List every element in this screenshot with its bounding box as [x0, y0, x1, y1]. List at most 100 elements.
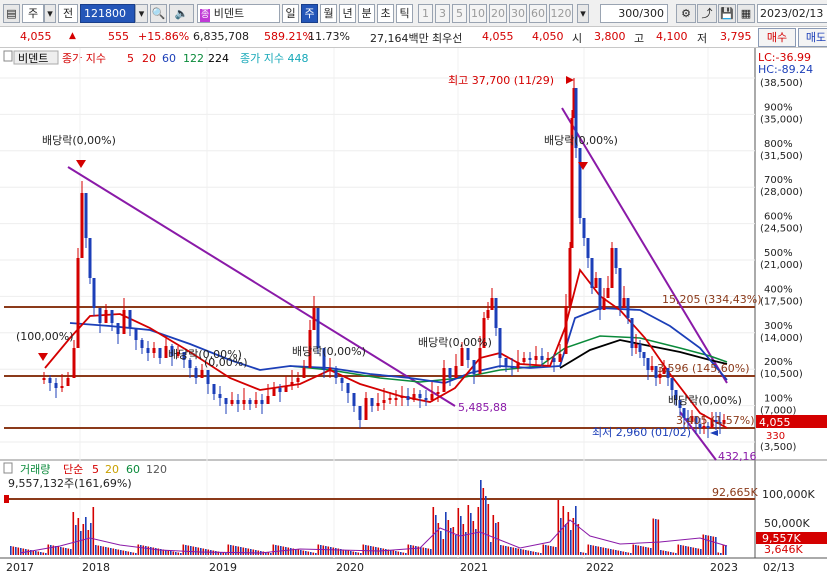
volume-bar — [347, 550, 350, 555]
annotations: 최고 37,700 (11/29) 배당락(0,00%) (100,00%) 배… — [16, 74, 827, 463]
volume-bar — [45, 553, 47, 555]
price-candles[interactable] — [42, 78, 726, 438]
volume-bar — [630, 553, 632, 555]
price-axis-pct-4: 600% — [764, 212, 793, 223]
volume-bar — [355, 552, 357, 555]
candle-body-16 — [128, 310, 132, 328]
volume-bar — [407, 544, 410, 555]
interval-button-1[interactable]: 1 — [418, 4, 433, 23]
level-label-5: 432,16 — [718, 450, 757, 463]
stock-name-box[interactable]: 종 비덴트 — [197, 4, 280, 23]
volume-bar — [705, 535, 707, 555]
search-icon[interactable]: 🔍 — [150, 4, 167, 23]
volume-bar — [67, 548, 70, 555]
candle-body-58 — [376, 403, 380, 406]
interval-button-3[interactable]: 3 — [435, 4, 450, 23]
volume-bar — [312, 552, 315, 555]
period-tab-select[interactable]: 주 — [22, 4, 44, 23]
period-button-0[interactable]: 일 — [282, 4, 299, 23]
date-input[interactable]: 2023/02/13 — [757, 4, 827, 23]
period-button-2[interactable]: 월 — [320, 4, 337, 23]
code-dropdown-icon[interactable]: ▾ — [135, 4, 148, 23]
volume-bar — [250, 549, 252, 555]
volume-bar — [147, 546, 150, 555]
volume-bar — [477, 507, 480, 555]
dropdown-icon[interactable]: ▾ — [44, 4, 56, 23]
price-change: 555 — [108, 30, 129, 43]
volume-bar — [42, 552, 45, 555]
candle-body-119 — [670, 378, 674, 390]
chart-settings-icon[interactable]: ⚙ — [676, 4, 696, 23]
candle-body-70 — [448, 368, 452, 378]
candle-body-28 — [200, 370, 204, 378]
volume-bar — [610, 549, 612, 555]
candle-body-15 — [122, 310, 126, 334]
dividend-label-3: 배당락(0,00%) — [544, 134, 618, 147]
candle-body-33 — [230, 400, 234, 404]
volume-bar — [170, 551, 172, 555]
volume-bar — [487, 504, 490, 555]
candle-body-36 — [248, 400, 252, 404]
sell-button[interactable]: 매도 — [798, 28, 827, 47]
legend-ma-20: 20 — [142, 52, 156, 65]
volume-bar — [662, 550, 665, 555]
volume-bar — [117, 549, 120, 555]
candle-body-13 — [110, 310, 114, 323]
save-icon[interactable]: 💾 — [718, 4, 736, 23]
interval-button-5[interactable]: 5 — [452, 4, 467, 23]
interval-button-10[interactable]: 10 — [469, 4, 487, 23]
volume-bar — [385, 549, 387, 555]
candle-body-109 — [630, 318, 634, 348]
volume-bar — [657, 519, 660, 555]
candle-body-4 — [66, 378, 70, 386]
volume-bar — [647, 547, 650, 555]
interval-button-20[interactable]: 20 — [489, 4, 507, 23]
stock-code-input[interactable]: 121800 — [80, 4, 135, 23]
count-input[interactable]: 300/300 — [600, 4, 668, 23]
candle-body-106 — [618, 268, 622, 308]
volume-ma-label: 단순 — [63, 463, 83, 476]
dividend-label-5: 배당락(0,00%) — [418, 336, 492, 349]
volume-bar — [502, 545, 505, 555]
low-arrow-icon — [710, 430, 718, 436]
legend-menu-icon[interactable] — [3, 50, 13, 62]
volume-bar — [290, 548, 292, 555]
up-arrow-icon: ▲ — [69, 31, 76, 41]
buy-button[interactable]: 매수 — [758, 28, 796, 47]
turnover-rate: 11.73% — [308, 30, 350, 43]
candle-body-108 — [626, 298, 630, 318]
period-button-1[interactable]: 주 — [301, 4, 318, 23]
volume-bar — [660, 550, 662, 555]
volume-bar — [197, 547, 200, 555]
interval-button-120[interactable]: 120 — [549, 4, 573, 23]
period-button-5[interactable]: 초 — [377, 4, 394, 23]
draw-line-icon[interactable]: ⤴ — [697, 4, 717, 23]
volume-bar — [422, 547, 425, 555]
current-price-tag-text: 4,055 — [759, 416, 791, 429]
period-button-6[interactable]: 틱 — [396, 4, 413, 23]
speaker-icon[interactable]: 🔈 — [169, 4, 194, 23]
price-axis-val-3: (28,000) — [760, 187, 803, 198]
volume-bar — [552, 546, 555, 555]
price-axis-pct-2: 800% — [764, 139, 793, 150]
volume-bar — [655, 519, 657, 555]
volume-bar — [410, 545, 412, 555]
interval-button-30[interactable]: 30 — [509, 4, 527, 23]
interval-button-60[interactable]: 60 — [529, 4, 547, 23]
volume-bar — [182, 544, 185, 555]
table-icon[interactable]: ▦ — [737, 4, 755, 23]
chart-area[interactable]: 비덴트 종가 지수 5 20 60 122 224 종가 지수 448 LC:-… — [0, 48, 827, 575]
volume-bar — [140, 545, 142, 555]
candle-body-11 — [98, 308, 102, 323]
volume-menu-icon[interactable] — [3, 462, 13, 474]
period-button-3[interactable]: 년 — [339, 4, 356, 23]
candle-body-103 — [606, 288, 610, 298]
volume-bar — [57, 546, 60, 555]
chart-type-icon[interactable]: ▤ — [3, 4, 20, 23]
period-button-4[interactable]: 분 — [358, 4, 375, 23]
market-tab[interactable]: 전 — [58, 4, 78, 23]
volume-label: 거래량 — [20, 463, 50, 476]
interval-dropdown-icon[interactable]: ▾ — [577, 4, 589, 23]
volume-bar — [615, 550, 617, 555]
price-axis-pct-7: 300% — [764, 321, 793, 332]
